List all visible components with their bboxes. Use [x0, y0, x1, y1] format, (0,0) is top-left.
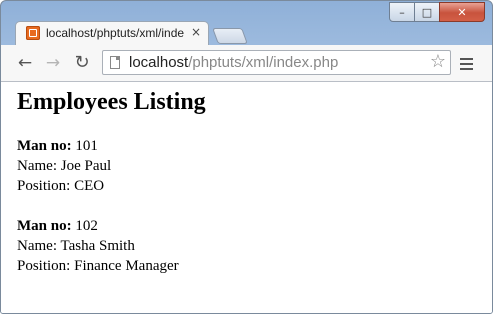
url-host: localhost	[129, 54, 189, 71]
tab-title: localhost/phptuts/xml/index	[46, 26, 184, 40]
name-value: Tasha Smith	[60, 238, 135, 254]
man-no-value: 101	[75, 138, 98, 154]
browser-window: localhost/phptuts/xml/index × – □ ✕ ← → …	[0, 0, 493, 314]
position-label: Position:	[17, 178, 71, 194]
name-line: Name: Joe Paul	[17, 156, 111, 176]
xampp-icon	[26, 26, 40, 40]
url-text[interactable]: localhost/phptuts/xml/index.php	[129, 54, 338, 71]
new-tab-button[interactable]	[212, 28, 248, 44]
name-value: Joe Paul	[60, 158, 112, 174]
employee-record: Man no: 102 Name: Tasha Smith Position: …	[17, 216, 179, 276]
position-value: CEO	[74, 178, 105, 194]
man-no-line: Man no: 102	[17, 216, 179, 236]
position-value: Finance Manager	[74, 258, 179, 274]
close-icon[interactable]: ×	[191, 25, 201, 39]
man-no-value: 102	[75, 218, 98, 234]
name-label: Name:	[17, 238, 57, 254]
menu-icon[interactable]	[460, 53, 474, 73]
bookmark-star-icon[interactable]: ☆	[430, 51, 446, 72]
position-line: Position: Finance Manager	[17, 256, 179, 276]
name-line: Name: Tasha Smith	[17, 236, 179, 256]
employee-record: Man no: 101 Name: Joe Paul Position: CEO	[17, 136, 111, 196]
position-label: Position:	[17, 258, 71, 274]
page-title: Employees Listing	[17, 89, 206, 115]
man-no-line: Man no: 101	[17, 136, 111, 156]
close-window-button[interactable]: ✕	[439, 2, 485, 22]
back-icon[interactable]: ←	[15, 53, 35, 73]
address-bar[interactable]: localhost/phptuts/xml/index.php ☆	[102, 50, 451, 75]
maximize-button[interactable]: □	[414, 2, 440, 22]
name-label: Name:	[17, 158, 57, 174]
position-line: Position: CEO	[17, 176, 111, 196]
toolbar: ← → ↻ localhost/phptuts/xml/index.php ☆	[1, 45, 492, 82]
tab-strip: localhost/phptuts/xml/index × – □ ✕	[1, 1, 492, 45]
man-no-label: Man no:	[17, 218, 72, 234]
reload-icon[interactable]: ↻	[72, 53, 92, 73]
page-content: Employees Listing Man no: 101 Name: Joe …	[1, 82, 492, 313]
man-no-label: Man no:	[17, 138, 72, 154]
forward-icon[interactable]: →	[43, 53, 63, 73]
url-path: /phptuts/xml/index.php	[188, 54, 339, 71]
page-icon	[110, 56, 120, 69]
minimize-button[interactable]: –	[389, 2, 415, 22]
browser-tab[interactable]: localhost/phptuts/xml/index ×	[15, 21, 209, 45]
